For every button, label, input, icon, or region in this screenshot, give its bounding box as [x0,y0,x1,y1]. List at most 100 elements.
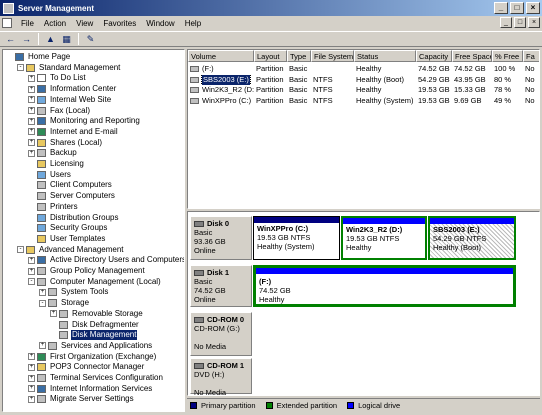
tree-item[interactable]: + To Do List [28,73,87,83]
tree-item[interactable]: + Group Policy Management [28,266,146,276]
expand-icon[interactable]: + [28,149,35,157]
expand-icon[interactable]: + [28,74,35,82]
column-header[interactable]: Free Space [452,50,492,62]
tree-item[interactable]: Users [28,170,72,180]
expand-icon[interactable]: + [28,395,35,403]
menu-help[interactable]: Help [180,19,206,28]
minimize-button[interactable]: _ [494,2,508,14]
menu-action[interactable]: Action [39,19,71,28]
column-header[interactable]: Capacity [416,50,452,62]
tree-item[interactable]: Server Computers [28,191,116,201]
partition[interactable]: Win2K3_R2 (D:) 19.53 GB NTFS Healthy [341,216,427,260]
tree-item[interactable]: Distribution Groups [28,213,119,223]
expand-icon[interactable]: + [39,288,46,296]
menu-window[interactable]: Window [141,19,179,28]
tree-item[interactable]: Security Groups [28,223,108,233]
back-icon[interactable]: ← [4,33,17,45]
tree-item[interactable]: + POP3 Connector Manager [28,362,145,372]
tree-item[interactable]: Printers [28,202,79,212]
expand-icon[interactable]: + [28,85,35,93]
disk-graphical-view[interactable]: Disk 0 Basic 93.36 GB Online WinXPPro (C:) 19… [187,211,540,396]
tree-item[interactable]: - Advanced Management [17,245,125,255]
expand-icon[interactable]: + [28,353,35,361]
tree-item[interactable]: Disk Management [50,330,138,341]
tree-item[interactable]: + Monitoring and Reporting [28,116,141,126]
tree-item[interactable]: - Standard Management [17,63,121,73]
expand-icon[interactable]: + [28,139,35,147]
tree-item[interactable]: - Storage [39,298,90,308]
tree-item[interactable]: - Computer Management (Local) [28,277,162,287]
menu-file[interactable]: File [16,19,39,28]
volume-list[interactable]: Volume Layout Type File System Status Capacit… [187,49,540,209]
collapse-icon[interactable]: - [17,246,24,254]
menu-view[interactable]: View [71,19,98,28]
extended-partition[interactable]: (F:) 74.52 GB Healthy [253,265,516,307]
disk-row[interactable]: Disk 0 Basic 93.36 GB Online WinXPPro (C:) 19… [188,216,539,262]
column-header[interactable]: Status [354,50,416,62]
expand-icon[interactable]: + [28,374,35,382]
up-icon[interactable]: ▲ [44,33,57,45]
expand-icon[interactable]: + [28,96,35,104]
tree-item[interactable]: Client Computers [28,180,113,190]
table-row[interactable]: Win2K3_R2 (D:) Partition Basic NTFS Healthy 1… [188,85,539,95]
disk-row[interactable]: Disk 1 Basic 74.52 GB Online (F:) 74.52 GB Hea… [188,265,539,309]
disk-info[interactable]: Disk 0 Basic 93.36 GB Online [190,216,252,260]
column-header[interactable]: File System [311,50,354,62]
tree-item[interactable]: + Services and Applications [39,341,153,351]
tree-item[interactable]: + Migrate Server Settings [28,394,135,404]
tree-item[interactable]: + First Organization (Exchange) [28,352,157,362]
document-icon[interactable] [2,18,12,28]
collapse-icon[interactable]: - [39,299,46,307]
column-header[interactable]: Volume [188,50,254,62]
collapse-icon[interactable]: - [28,278,35,286]
tree-item[interactable]: + Terminal Services Configuration [28,373,164,383]
column-header[interactable]: Layout [254,50,287,62]
close-button[interactable]: × [526,2,540,14]
table-row[interactable]: (F:) Partition Basic Healthy 74.52 GB 74.52 G… [188,64,539,74]
tree-item[interactable]: Home Page [6,52,71,62]
tree-item[interactable]: + Internet and E-mail [28,127,119,137]
expand-icon[interactable]: + [28,256,35,264]
menu-favorites[interactable]: Favorites [98,19,141,28]
tree-item[interactable]: Disk Defragmenter [50,320,140,330]
tree-item[interactable]: + Internet Information Services [28,384,153,394]
tree-item[interactable]: + Backup [28,148,78,158]
disk-row[interactable]: CD-ROM 0 CD-ROM (G:) No Media [188,312,539,358]
column-header[interactable]: % Free [492,50,523,62]
maximize-button[interactable]: □ [510,2,524,14]
tree-item[interactable]: + Internal Web Site [28,95,112,105]
tree-item[interactable]: User Templates [28,234,106,244]
child-close-button[interactable]: × [528,17,540,28]
tree-item[interactable]: + System Tools [39,287,109,297]
expand-icon[interactable]: + [39,342,46,350]
expand-icon[interactable]: + [28,128,35,136]
expand-icon[interactable]: + [28,117,35,125]
tree-item[interactable]: + Fax (Local) [28,106,91,116]
disk-info[interactable]: CD-ROM 0 CD-ROM (G:) No Media [190,312,252,356]
tree-item[interactable]: + Active Directory Users and Computers [28,255,184,265]
expand-icon[interactable]: + [28,385,35,393]
tree-item[interactable]: + Shares (Local) [28,138,103,148]
console-tree[interactable]: Home Page - Standard Management + To Do List… [2,49,185,412]
child-minimize-button[interactable]: _ [500,17,512,28]
console-tree-icon[interactable]: ▦ [60,33,73,45]
expand-icon[interactable]: + [28,363,35,371]
partition[interactable]: SBS2003 (E:) 54.29 GB NTFS Healthy (Boot) [428,216,516,260]
column-header[interactable]: Type [287,50,311,62]
disk-row[interactable]: CD-ROM 1 DVD (H:) No Media [188,358,539,395]
expand-icon[interactable]: + [28,107,35,114]
disk-info[interactable]: Disk 1 Basic 74.52 GB Online [190,265,252,307]
table-row[interactable]: SBS2003 (E:) Partition Basic NTFS Healthy (B… [188,74,539,85]
child-restore-button[interactable]: □ [514,17,526,28]
partition[interactable]: WinXPPro (C:) 19.53 GB NTFS Healthy (Syste… [253,216,340,260]
tree-item[interactable]: + Information Center [28,84,117,94]
forward-icon[interactable]: → [20,33,33,45]
column-header[interactable]: Fa [523,50,539,62]
properties-icon[interactable]: ✎ [84,33,97,45]
tree-item[interactable]: + Removable Storage [50,309,144,319]
collapse-icon[interactable]: - [17,64,24,72]
expand-icon[interactable]: + [50,310,57,318]
tree-item[interactable]: Licensing [28,159,85,169]
table-row[interactable]: WinXPPro (C:) Partition Basic NTFS Healthy (… [188,96,539,106]
expand-icon[interactable]: + [28,267,35,275]
